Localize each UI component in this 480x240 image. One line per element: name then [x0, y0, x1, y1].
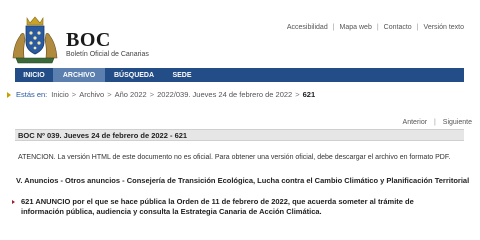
- brand-subtitle: Boletín Oficial de Canarias: [66, 51, 149, 58]
- unofficial-notice: ATENCION. La versión HTML de este docume…: [18, 154, 451, 161]
- brand-name: BOC: [66, 29, 111, 51]
- main-navigation: INICIO ARCHIVO BÚSQUEDA SEDE: [15, 68, 464, 82]
- contact-link[interactable]: Contacto: [384, 24, 412, 31]
- breadcrumb-separator: >: [295, 90, 300, 99]
- announcement-line-2: información pública, audiencia y consult…: [21, 207, 322, 216]
- announcement-bullet-icon: [12, 200, 15, 204]
- breadcrumb-archivo[interactable]: Archivo: [79, 90, 104, 99]
- nav-sede[interactable]: SEDE: [163, 68, 201, 82]
- previous-link[interactable]: Anterior: [403, 119, 428, 126]
- breadcrumb-inicio[interactable]: Inicio: [51, 90, 69, 99]
- nav-inicio[interactable]: INICIO: [15, 68, 53, 82]
- nav-archivo[interactable]: ARCHIVO: [53, 68, 105, 82]
- breadcrumb: Estás en: Inicio > Archivo > Año 2022 > …: [7, 90, 315, 99]
- accessibility-link[interactable]: Accesibilidad: [287, 24, 328, 31]
- breadcrumb-separator: >: [149, 90, 155, 99]
- text-version-link[interactable]: Versión texto: [424, 24, 464, 31]
- coat-of-arms-logo[interactable]: [10, 14, 60, 66]
- announcement-item[interactable]: 621 ANUNCIO por el que se hace pública l…: [12, 197, 452, 217]
- breadcrumb-separator: >: [71, 90, 77, 99]
- breadcrumb-arrow-icon: [7, 91, 11, 98]
- breadcrumb-separator: >: [107, 90, 112, 99]
- breadcrumb-issue[interactable]: 2022/039. Jueves 24 de febrero de 2022: [157, 90, 292, 99]
- sitemap-link[interactable]: Mapa web: [340, 24, 372, 31]
- next-link[interactable]: Siguiente: [443, 119, 472, 126]
- brand[interactable]: BOC Boletín Oficial de Canarias: [66, 29, 149, 58]
- coat-of-arms-icon: [12, 16, 58, 64]
- nav-busqueda[interactable]: BÚSQUEDA: [105, 68, 163, 82]
- bulletin-title: BOC Nº 039. Jueves 24 de febrero de 2022…: [18, 130, 188, 140]
- breadcrumb-lead: Estás en:: [16, 90, 48, 99]
- separator: |: [416, 24, 419, 31]
- announcement-text[interactable]: 621 ANUNCIO por el que se hace pública l…: [21, 197, 414, 217]
- breadcrumb-current: 621: [302, 90, 316, 99]
- pager: Anterior | Siguiente: [403, 119, 472, 126]
- announcement-line-1: 621 ANUNCIO por el que se hace pública l…: [21, 197, 414, 206]
- separator: |: [376, 24, 379, 31]
- top-utility-links: Accesibilidad | Mapa web | Contacto | Ve…: [287, 24, 464, 31]
- section-heading: V. Anuncios - Otros anuncios - Consejerí…: [16, 176, 470, 185]
- separator: |: [434, 119, 436, 126]
- separator: |: [332, 24, 335, 31]
- breadcrumb-year[interactable]: Año 2022: [115, 90, 147, 99]
- bulletin-title-bar: BOC Nº 039. Jueves 24 de febrero de 2022…: [15, 129, 464, 141]
